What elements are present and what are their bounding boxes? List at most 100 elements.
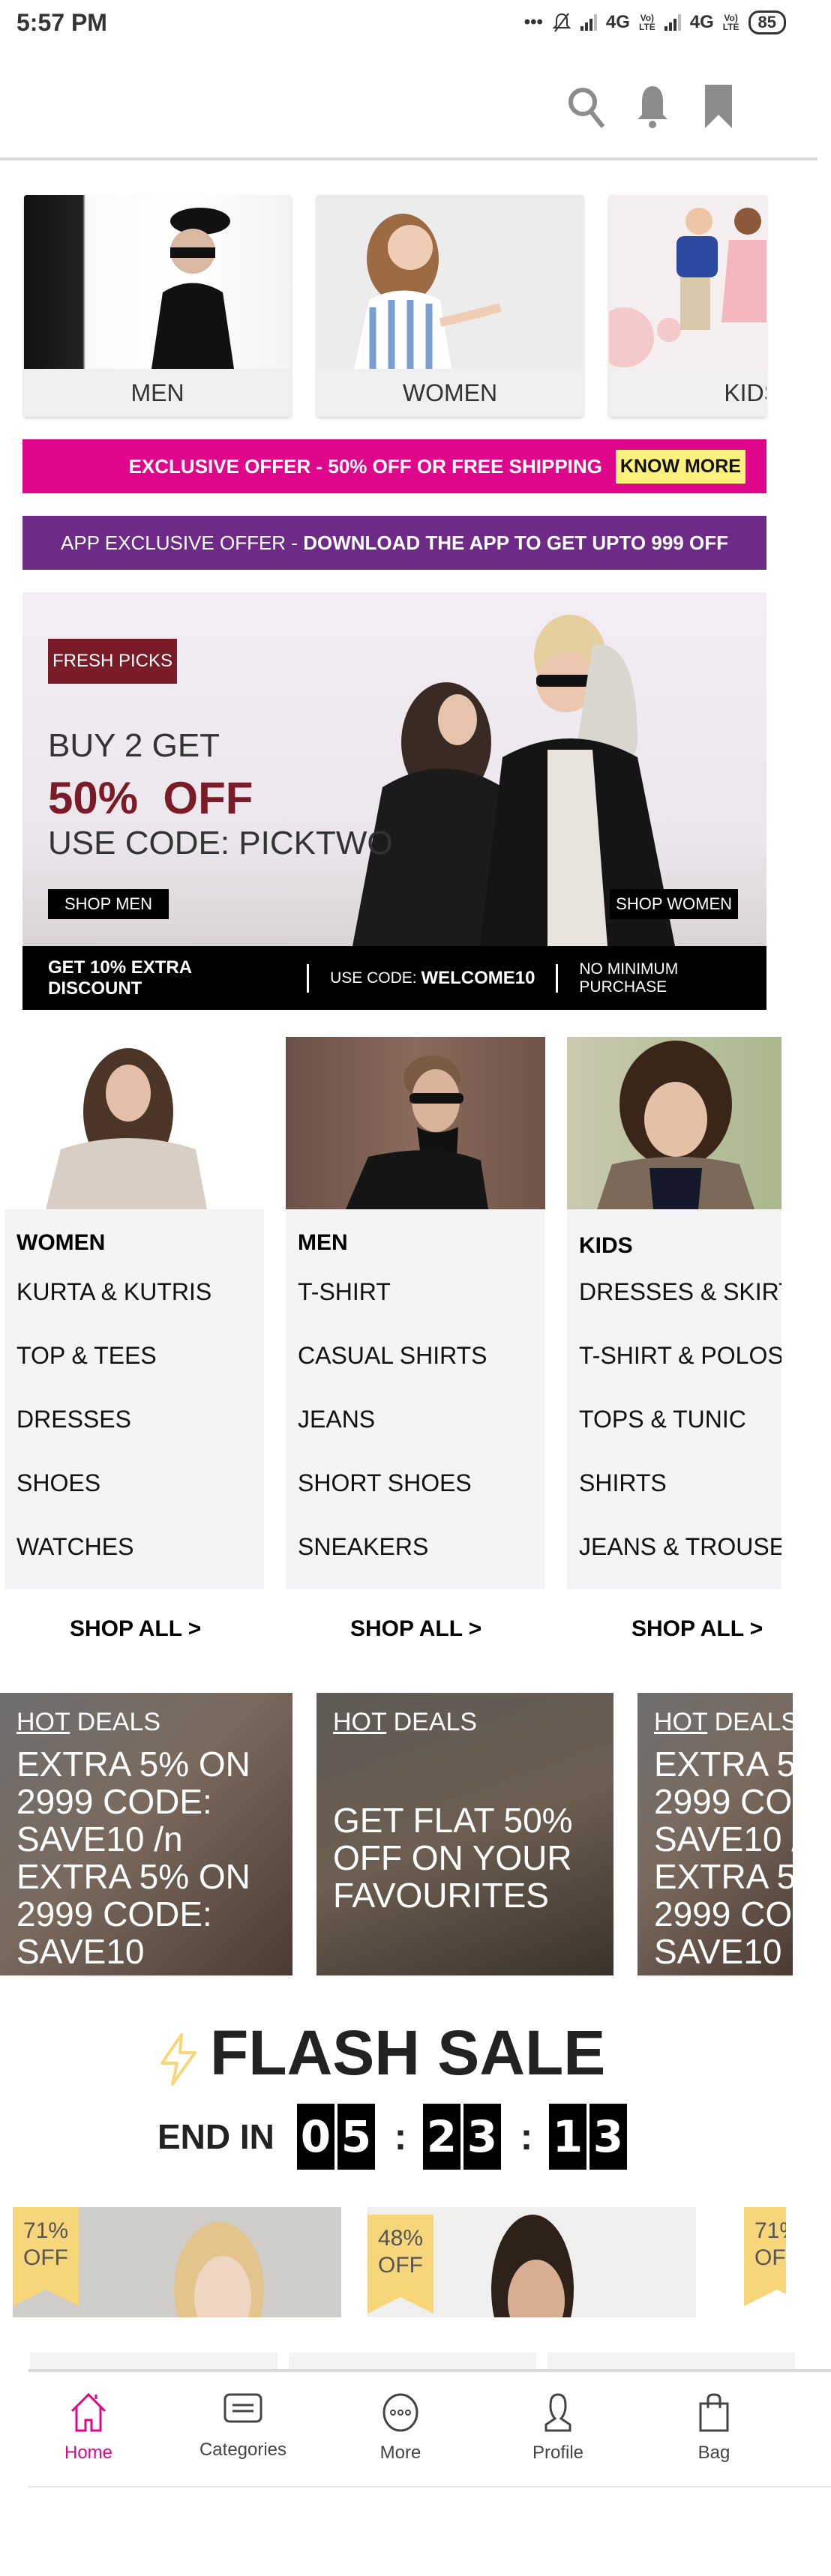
countdown: END IN 0 5 : 2 3 : 1 3 [158, 2099, 630, 2174]
column-title: MEN [298, 1230, 348, 1255]
hot-deal-card[interactable]: HOT DEALS GET FLAT 50% OFF ON YOUR FAVOU… [316, 1693, 614, 1975]
more-icon [382, 2393, 418, 2432]
product-card[interactable]: 48% OFF [368, 2207, 696, 2317]
discount-badge: 71%OFF [13, 2207, 79, 2306]
hot-deal-card[interactable]: HOT DEALS EXTRA 5% ON 2999 CODE: SAVE10 … [0, 1693, 292, 1975]
column-item[interactable]: DRESSES [16, 1406, 131, 1433]
status-time: 5:57 PM [16, 9, 107, 36]
know-more-button[interactable]: KNOW MORE [615, 449, 746, 484]
volte-icon: Vo) LTE [638, 13, 656, 32]
nav-categories[interactable]: Categories [176, 2392, 310, 2474]
category-card-kids[interactable]: KIDS [609, 195, 766, 417]
bag-icon [699, 2393, 729, 2432]
network-label: 4G [689, 12, 714, 32]
column-image-women[interactable] [4, 1037, 264, 1209]
column-women: WOMEN KURTA & KUTRIS TOP & TEES DRESSES … [4, 1037, 264, 1589]
column-item[interactable]: CASUAL SHIRTS [298, 1342, 488, 1370]
countdown-digit: 0 [296, 2104, 334, 2170]
category-label: WOMEN [316, 369, 584, 417]
offer-text: EXCLUSIVE OFFER - 50% OFF OR FREE SHIPPI… [128, 454, 602, 478]
promo-min-purchase: NO MINIMUM PURCHASE [579, 960, 679, 996]
bell-icon[interactable] [630, 82, 675, 131]
column-item[interactable]: JEANS [298, 1406, 375, 1433]
column-item[interactable]: TOPS & TUNIC [579, 1406, 746, 1433]
column-title: WOMEN [16, 1230, 106, 1255]
app-offer-text: DOWNLOAD THE APP TO GET UPTO 999 OFF [303, 531, 728, 554]
hot-deal-card[interactable]: HOT DEALS EXTRA 5% ON 2999 CODE: SAVE10 … [638, 1693, 793, 1975]
column-item[interactable]: KURTA & KUTRIS [16, 1278, 212, 1306]
column-item[interactable]: JEANS & TROUSERS [579, 1533, 782, 1561]
bottom-nav-divider [28, 2369, 831, 2372]
countdown-digit: 3 [589, 2104, 627, 2170]
column-item[interactable]: DRESSES & SKIRTS [579, 1278, 782, 1306]
countdown-separator: : [394, 2116, 407, 2158]
battery-indicator: 85 [748, 10, 786, 34]
divider [307, 963, 310, 993]
hot-deals-label: HOT DEALS [16, 1708, 161, 1736]
hot-deal-text: EXTRA 5% ON 2999 CODE: SAVE10 /n EXTRA 5… [654, 1745, 793, 1971]
shop-men-button[interactable]: SHOP MEN [48, 889, 169, 919]
fresh-picks-tag: FRESH PICKS [48, 639, 177, 684]
bottom-divider [28, 2486, 831, 2488]
promo-strip: GET 10% EXTRA DISCOUNT USE CODE: WELCOME… [22, 946, 766, 1010]
category-card-men[interactable]: MEN [24, 195, 291, 417]
column-title: KIDS [579, 1233, 633, 1258]
category-label: MEN [24, 369, 291, 417]
nav-label: Home [64, 2443, 113, 2463]
column-item[interactable]: T-SHIRT & POLOS [579, 1342, 782, 1370]
nav-profile[interactable]: Profile [490, 2392, 626, 2474]
shop-all-kids-link[interactable]: SHOP ALL > [632, 1616, 763, 1642]
nav-bag[interactable]: Bag [646, 2392, 782, 2474]
shop-all-men-link[interactable]: SHOP ALL > [350, 1616, 482, 1642]
categories-icon [224, 2393, 262, 2423]
nav-more[interactable]: More [333, 2392, 468, 2474]
shop-women-button[interactable]: SHOP WOMEN [610, 889, 738, 919]
promo-code: WELCOME10 [421, 967, 536, 988]
nav-label: More [380, 2443, 422, 2463]
column-item[interactable]: SHIRTS [579, 1469, 667, 1497]
countdown-digit: 3 [463, 2104, 501, 2170]
signal-icon [580, 14, 597, 31]
hero-discount: 50% OFF [48, 773, 254, 823]
app-offer-banner[interactable]: APP EXCLUSIVE OFFER - DOWNLOAD THE APP T… [22, 516, 766, 570]
network-label: 4G [605, 12, 630, 32]
home-icon [70, 2392, 106, 2432]
status-bar: 5:57 PM ••• 4G Vo) LTE 4G Vo) LTE 85 [0, 0, 831, 48]
status-icons: ••• 4G Vo) LTE 4G Vo) LTE 85 [524, 10, 786, 34]
column-item[interactable]: SHORT SHOES [298, 1469, 472, 1497]
card-placeholder [289, 2353, 536, 2369]
promo-code-prefix: USE CODE: [330, 969, 422, 987]
hot-deal-text: GET FLAT 50% OFF ON YOUR FAVOURITES [333, 1801, 573, 1915]
product-card[interactable]: 71%OFF [744, 2207, 786, 2317]
hero-code: USE CODE: PICKTWO [48, 825, 393, 861]
column-item[interactable]: SNEAKERS [298, 1533, 428, 1561]
signal-icon [664, 14, 681, 31]
profile-icon [544, 2393, 572, 2432]
card-placeholder [548, 2353, 795, 2369]
category-card-women[interactable]: WOMEN [316, 195, 584, 417]
column-image-kids[interactable] [567, 1037, 782, 1209]
nav-label: Profile [532, 2443, 584, 2463]
discount-badge: 48% OFF [368, 2215, 434, 2314]
app-offer-prefix: APP EXCLUSIVE OFFER - [61, 531, 304, 554]
category-image-women [316, 195, 584, 369]
column-item[interactable]: TOP & TEES [16, 1342, 157, 1370]
nav-home[interactable]: Home [21, 2392, 156, 2474]
category-image-kids [609, 195, 766, 369]
column-item[interactable]: WATCHES [16, 1533, 134, 1561]
product-card[interactable]: 71%OFF [13, 2207, 341, 2317]
column-item[interactable]: T-SHIRT [298, 1278, 391, 1306]
volte-icon: Vo) LTE [722, 13, 740, 32]
column-image-men[interactable] [286, 1037, 545, 1209]
hot-deals-label: HOT DEALS [333, 1708, 478, 1736]
hero-banner[interactable]: FRESH PICKS BUY 2 GET 50% OFF USE CODE: … [22, 592, 766, 946]
column-kids: KIDS DRESSES & SKIRTS T-SHIRT & POLOS TO… [567, 1037, 782, 1589]
divider [556, 963, 559, 993]
column-item[interactable]: SHOES [16, 1469, 100, 1497]
shop-all-women-link[interactable]: SHOP ALL > [70, 1616, 201, 1642]
column-men: MEN T-SHIRT CASUAL SHIRTS JEANS SHORT SH… [286, 1037, 545, 1589]
countdown-digit: 2 [422, 2104, 460, 2170]
exclusive-offer-banner[interactable]: EXCLUSIVE OFFER - 50% OFF OR FREE SHIPPI… [22, 439, 766, 493]
search-icon[interactable] [564, 82, 609, 131]
bookmark-icon[interactable] [696, 82, 741, 131]
